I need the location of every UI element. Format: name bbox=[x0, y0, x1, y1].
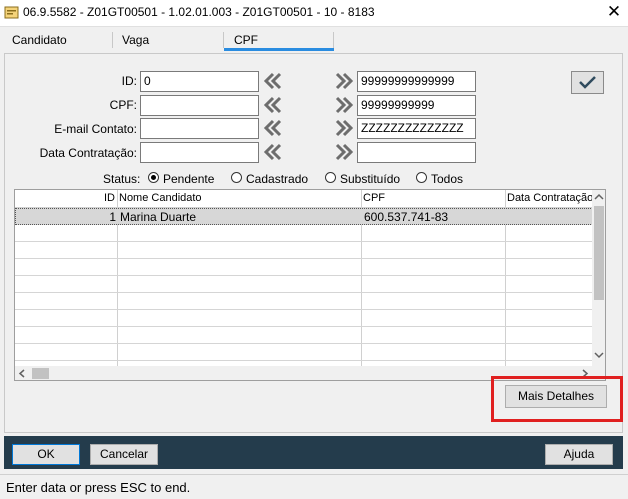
double-chevron-right-icon[interactable] bbox=[333, 141, 355, 163]
results-grid[interactable]: ID Nome Candidato CPF Data Contratação 1… bbox=[14, 189, 606, 381]
column-header-cpf[interactable]: CPF bbox=[363, 192, 385, 204]
close-icon[interactable]: ✕ bbox=[604, 2, 624, 22]
radio-substituido-label: Substituído bbox=[340, 172, 401, 186]
table-row-empty[interactable] bbox=[15, 242, 593, 259]
scroll-down-icon bbox=[594, 352, 604, 359]
tab-separator bbox=[333, 32, 334, 48]
scroll-up-icon bbox=[594, 193, 604, 200]
table-row[interactable]: 1 Marina Duarte 600.537.741-83 bbox=[15, 208, 593, 225]
radio-substituido[interactable] bbox=[325, 172, 336, 183]
cell-cpf: 600.537.741-83 bbox=[364, 210, 449, 224]
double-chevron-left-icon[interactable] bbox=[262, 141, 284, 163]
scroll-left-icon bbox=[18, 369, 25, 378]
ok-button[interactable]: OK bbox=[12, 444, 80, 465]
cpf-to-input[interactable]: 99999999999 bbox=[357, 95, 476, 116]
double-chevron-left-icon[interactable] bbox=[262, 94, 284, 116]
data-contratacao-label: Data Contratação: bbox=[39, 146, 137, 160]
double-chevron-right-icon[interactable] bbox=[333, 70, 355, 92]
email-to-input[interactable]: ZZZZZZZZZZZZZZ bbox=[357, 118, 476, 139]
tab-candidato[interactable]: Candidato bbox=[12, 33, 67, 47]
scroll-thumb bbox=[594, 206, 604, 300]
double-chevron-right-icon[interactable] bbox=[333, 117, 355, 139]
id-from-input[interactable]: 0 bbox=[140, 71, 259, 92]
active-tab-indicator bbox=[224, 48, 334, 51]
table-row-empty[interactable] bbox=[15, 225, 593, 242]
cell-id: 1 bbox=[109, 210, 116, 224]
data-from-input[interactable] bbox=[140, 142, 259, 163]
data-to-input[interactable] bbox=[357, 142, 476, 163]
cell-nome: Marina Duarte bbox=[120, 210, 197, 224]
tab-separator bbox=[223, 32, 224, 48]
cancel-button[interactable]: Cancelar bbox=[90, 444, 158, 465]
email-label: E-mail Contato: bbox=[54, 122, 137, 136]
grid-header: ID Nome Candidato CPF Data Contratação bbox=[15, 190, 593, 208]
column-header-id[interactable]: ID bbox=[101, 192, 115, 204]
tab-separator bbox=[112, 32, 113, 48]
radio-cadastrado[interactable] bbox=[231, 172, 242, 183]
radio-cadastrado-label: Cadastrado bbox=[246, 172, 309, 186]
double-chevron-left-icon[interactable] bbox=[262, 70, 284, 92]
column-header-data[interactable]: Data Contratação bbox=[507, 192, 593, 204]
email-from-input[interactable] bbox=[140, 118, 259, 139]
radio-todos-label: Todos bbox=[431, 172, 464, 186]
help-button[interactable]: Ajuda bbox=[545, 444, 613, 465]
double-chevron-right-icon[interactable] bbox=[333, 94, 355, 116]
table-row-empty[interactable] bbox=[15, 344, 593, 361]
app-icon bbox=[4, 5, 19, 20]
vertical-scrollbar[interactable] bbox=[592, 190, 605, 366]
status-text: Enter data or press ESC to end. bbox=[6, 480, 191, 495]
table-row-empty[interactable] bbox=[15, 327, 593, 344]
table-row-empty[interactable] bbox=[15, 276, 593, 293]
checkmark-icon bbox=[579, 76, 596, 89]
confirm-button[interactable] bbox=[571, 71, 604, 94]
table-row-empty[interactable] bbox=[15, 293, 593, 310]
tab-vaga[interactable]: Vaga bbox=[122, 33, 149, 47]
radio-pendente[interactable] bbox=[148, 172, 159, 183]
tab-cpf[interactable]: CPF bbox=[234, 33, 258, 47]
cpf-label: CPF: bbox=[109, 98, 137, 112]
column-header-nome[interactable]: Nome Candidato bbox=[119, 192, 202, 204]
id-label: ID: bbox=[121, 74, 137, 88]
table-row-empty[interactable] bbox=[15, 310, 593, 327]
status-bar: Enter data or press ESC to end. bbox=[0, 474, 628, 499]
double-chevron-left-icon[interactable] bbox=[262, 117, 284, 139]
id-to-input[interactable]: 99999999999999 bbox=[357, 71, 476, 92]
radio-todos[interactable] bbox=[416, 172, 427, 183]
cpf-from-input[interactable] bbox=[140, 95, 259, 116]
title-bar: 06.9.5582 - Z01GT00501 - 1.02.01.003 - Z… bbox=[0, 0, 628, 27]
radio-pendente-label: Pendente bbox=[163, 172, 215, 186]
mais-detalhes-button[interactable]: Mais Detalhes bbox=[505, 385, 607, 408]
table-row-empty[interactable] bbox=[15, 259, 593, 276]
scroll-thumb bbox=[32, 368, 49, 379]
status-label: Status: bbox=[103, 172, 141, 186]
window-title: 06.9.5582 - Z01GT00501 - 1.02.01.003 - Z… bbox=[23, 5, 375, 19]
